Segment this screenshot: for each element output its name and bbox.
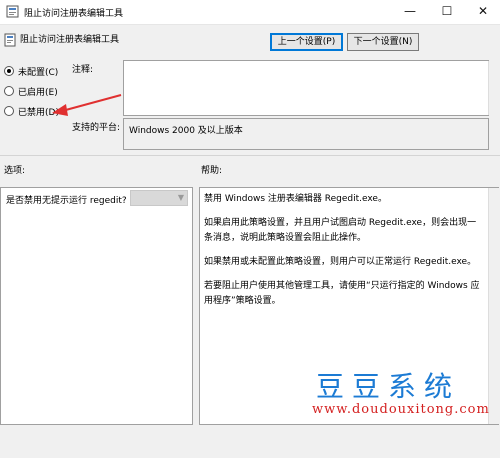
silent-regedit-dropdown[interactable]: ▼	[130, 190, 188, 206]
help-header: 帮助:	[201, 166, 223, 176]
watermark-url: www.doudouxitong.com	[312, 402, 490, 417]
chevron-down-icon: ▼	[177, 193, 184, 202]
silent-regedit-label: 是否禁用无提示运行 regedit?	[6, 196, 127, 206]
comment-scrollbar	[488, 61, 489, 115]
not-configured-radio[interactable]	[4, 66, 14, 76]
disabled-label[interactable]: 已禁用(D)	[18, 105, 59, 118]
help-paragraph: 如果禁用或未配置此策略设置，则用户可以正常运行 Regedit.exe。	[204, 257, 477, 267]
policy-title: 阻止访问注册表编辑工具	[20, 35, 120, 45]
window-title: 阻止访问注册表编辑工具	[24, 9, 124, 19]
help-scrollbar[interactable]	[488, 188, 500, 424]
options-pane	[0, 187, 193, 425]
platform-label: 支持的平台:	[72, 123, 121, 133]
title-bar: 阻止访问注册表编辑工具 — ☐ ✕	[0, 0, 500, 25]
enabled-radio[interactable]	[4, 86, 14, 96]
maximize-button[interactable]: ☐	[430, 0, 464, 24]
disabled-radio[interactable]	[4, 106, 14, 116]
platform-value-box: Windows 2000 及以上版本	[123, 118, 489, 150]
close-button[interactable]: ✕	[466, 0, 500, 24]
platform-value: Windows 2000 及以上版本	[129, 126, 243, 136]
policy-icon	[4, 33, 16, 47]
watermark-logo-text: 豆豆系统	[316, 370, 461, 403]
comment-label: 注释:	[72, 65, 94, 75]
options-header: 选项:	[4, 166, 26, 176]
help-paragraph: 如果启用此策略设置，并且用户试图启动 Regedit.exe，则会出现一条消息，…	[204, 218, 477, 243]
not-configured-label[interactable]: 未配置(C)	[18, 65, 58, 78]
help-text: 禁用 Windows 注册表编辑器 Regedit.exe。 如果启用此策略设置…	[204, 192, 484, 318]
policy-app-icon	[6, 5, 19, 18]
help-paragraph: 禁用 Windows 注册表编辑器 Regedit.exe。	[204, 194, 387, 204]
previous-setting-button[interactable]: 上一个设置(P)	[270, 33, 343, 51]
section-divider	[0, 155, 500, 156]
comment-textarea[interactable]	[123, 60, 489, 116]
minimize-button[interactable]: —	[393, 0, 427, 24]
help-paragraph: 若要阻止用户使用其他管理工具，请使用“只运行指定的 Windows 应用程序”策…	[204, 281, 480, 306]
enabled-label[interactable]: 已启用(E)	[18, 85, 58, 98]
next-setting-button[interactable]: 下一个设置(N)	[347, 33, 419, 51]
